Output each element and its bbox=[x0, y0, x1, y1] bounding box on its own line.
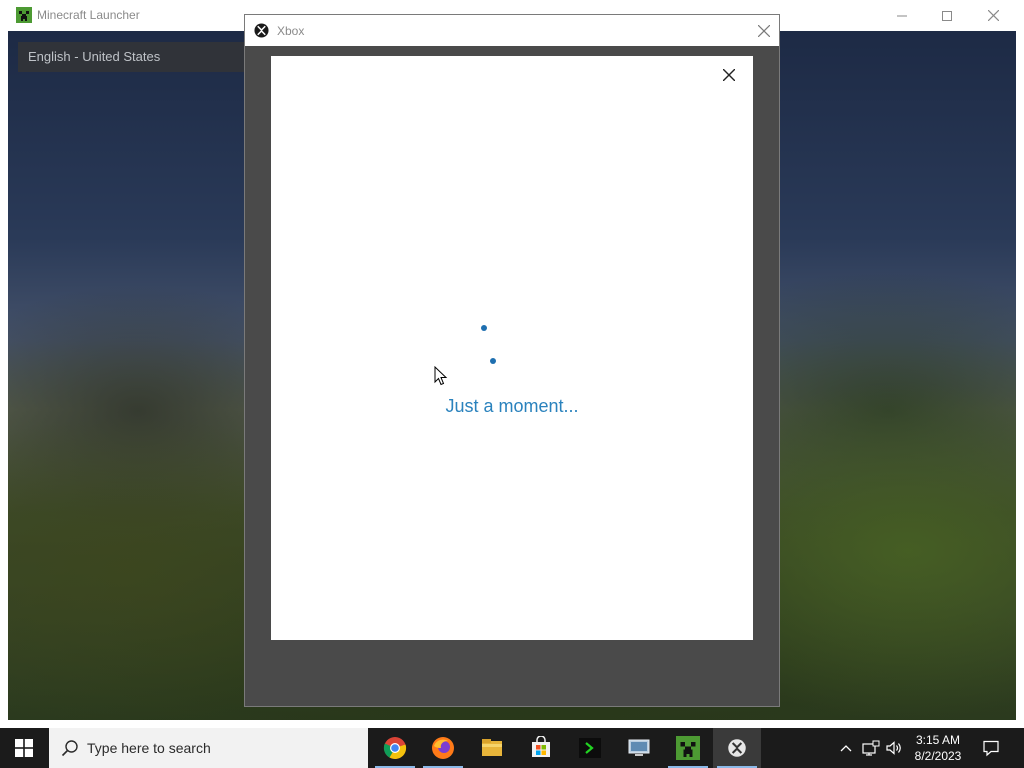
xbox-icon bbox=[254, 23, 269, 38]
loading-spinner-dot bbox=[481, 325, 487, 331]
windows-icon bbox=[15, 739, 33, 757]
xbox-dialog-window: Xbox Just a moment... bbox=[244, 14, 780, 707]
taskbar-app-minecraft-launcher[interactable] bbox=[664, 728, 712, 768]
taskbar-app-file-explorer[interactable] bbox=[468, 728, 516, 768]
minecraft-icon bbox=[676, 736, 700, 760]
taskbar-app-terminal[interactable] bbox=[566, 728, 614, 768]
taskbar-app-xbox[interactable] bbox=[713, 728, 761, 768]
xbox-window-close-button[interactable] bbox=[751, 20, 777, 42]
remote-desktop-icon bbox=[628, 739, 650, 756]
search-placeholder: Type here to search bbox=[87, 740, 211, 756]
loading-spinner-dot bbox=[490, 358, 496, 364]
notification-center-icon[interactable] bbox=[982, 739, 1000, 757]
taskbar-clock[interactable]: 3:15 AM 8/2/2023 bbox=[906, 732, 970, 764]
language-select[interactable]: English - United States bbox=[18, 42, 250, 72]
search-icon bbox=[61, 740, 78, 757]
xbox-dialog-content: Just a moment... bbox=[245, 46, 779, 706]
chrome-icon bbox=[383, 737, 407, 760]
close-icon bbox=[987, 10, 999, 21]
taskbar-app-microsoft-store[interactable] bbox=[517, 728, 565, 768]
firefox-icon bbox=[432, 737, 454, 759]
taskbar-app-remote-desktop[interactable] bbox=[615, 728, 663, 768]
xbox-icon bbox=[728, 739, 746, 757]
taskbar-app-chrome[interactable] bbox=[371, 728, 419, 768]
microsoft-store-icon bbox=[532, 736, 550, 757]
clock-time: 3:15 AM bbox=[915, 733, 961, 747]
terminal-icon bbox=[579, 738, 601, 758]
taskbar-search-box[interactable]: Type here to search bbox=[49, 728, 368, 768]
mouse-cursor-icon bbox=[434, 366, 448, 386]
signin-close-button[interactable] bbox=[717, 63, 741, 87]
launcher-title: Minecraft Launcher bbox=[37, 8, 140, 22]
loading-message: Just a moment... bbox=[445, 396, 579, 416]
show-hidden-icons-chevron-icon[interactable] bbox=[838, 740, 854, 756]
minimize-icon bbox=[897, 15, 907, 16]
close-button[interactable] bbox=[970, 0, 1016, 31]
xbox-titlebar[interactable]: Xbox bbox=[245, 15, 779, 46]
maximize-button[interactable] bbox=[924, 0, 970, 31]
minecraft-creeper-icon bbox=[16, 7, 32, 23]
minimize-button[interactable] bbox=[879, 0, 925, 31]
file-explorer-icon bbox=[482, 739, 502, 756]
xbox-dialog-title: Xbox bbox=[277, 24, 305, 38]
network-icon[interactable] bbox=[862, 739, 880, 757]
taskbar: Type here to search 3:15 AM 8/2/2023 bbox=[0, 728, 1024, 768]
maximize-icon bbox=[942, 10, 952, 21]
start-button[interactable] bbox=[0, 728, 48, 768]
close-icon bbox=[723, 69, 735, 81]
taskbar-app-firefox[interactable] bbox=[419, 728, 467, 768]
volume-icon[interactable] bbox=[885, 739, 903, 757]
close-icon bbox=[758, 25, 770, 37]
signin-panel: Just a moment... bbox=[271, 56, 753, 640]
clock-date: 8/2/2023 bbox=[914, 749, 962, 763]
